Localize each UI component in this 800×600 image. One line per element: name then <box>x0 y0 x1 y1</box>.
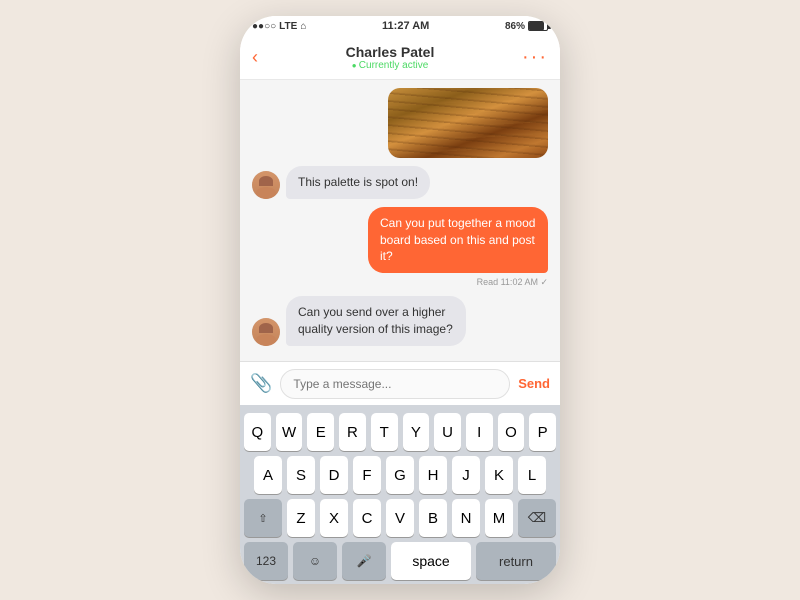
battery-pct: 86% <box>505 21 525 32</box>
keyboard-row-1: Q W E R T Y U I O P <box>244 413 556 451</box>
key-a[interactable]: A <box>254 456 282 494</box>
key-p[interactable]: P <box>529 413 556 451</box>
sent-bubble: Can you put together a mood board based … <box>368 207 548 273</box>
keyboard: Q W E R T Y U I O P A S D F G H J K L ⇧ … <box>240 405 560 584</box>
avatar-2 <box>252 318 280 346</box>
key-g[interactable]: G <box>386 456 414 494</box>
contact-name: Charles Patel <box>346 44 435 60</box>
battery-icon <box>528 21 548 31</box>
emoji-key[interactable]: ☺ <box>293 542 337 580</box>
message-row: This palette is spot on! <box>252 166 548 199</box>
more-button[interactable]: ··· <box>522 46 548 69</box>
received-bubble: This palette is spot on! <box>286 166 430 199</box>
key-z[interactable]: Z <box>287 499 315 537</box>
avatar-face <box>252 171 280 199</box>
key-n[interactable]: N <box>452 499 480 537</box>
attach-icon[interactable]: 📎 <box>250 373 272 394</box>
key-d[interactable]: D <box>320 456 348 494</box>
read-receipt: Read 11:02 AM ✓ <box>252 277 548 288</box>
key-t[interactable]: T <box>371 413 398 451</box>
message-text: Can you put together a mood board based … <box>380 216 535 264</box>
key-i[interactable]: I <box>466 413 493 451</box>
network-type: LTE <box>279 21 297 32</box>
send-button[interactable]: Send <box>518 376 550 391</box>
key-x[interactable]: X <box>320 499 348 537</box>
avatar <box>252 171 280 199</box>
contact-info: Charles Patel Currently active <box>346 44 435 71</box>
image-message-row <box>252 88 548 158</box>
phone-frame: ●●○○ LTE ⌂ 11:27 AM 86% ‹ Charles Patel … <box>240 16 560 584</box>
key-y[interactable]: Y <box>403 413 430 451</box>
key-f[interactable]: F <box>353 456 381 494</box>
status-bar: ●●○○ LTE ⌂ 11:27 AM 86% <box>240 16 560 36</box>
keyboard-row-2: A S D F G H J K L <box>244 456 556 494</box>
space-key[interactable]: space <box>391 542 471 580</box>
key-s[interactable]: S <box>287 456 315 494</box>
key-h[interactable]: H <box>419 456 447 494</box>
keyboard-bottom-row: 123 ☺ 🎤 space return <box>244 542 556 580</box>
contact-status: Currently active <box>346 60 435 71</box>
key-m[interactable]: M <box>485 499 513 537</box>
input-bar: 📎 Send <box>240 361 560 405</box>
key-r[interactable]: R <box>339 413 366 451</box>
keyboard-row-3: ⇧ Z X C V B N M ⌫ <box>244 499 556 537</box>
message-row-2: Can you send over a higher quality versi… <box>252 296 548 346</box>
signal-dots: ●●○○ <box>252 21 276 32</box>
message-text: This palette is spot on! <box>298 175 418 189</box>
nav-bar: ‹ Charles Patel Currently active ··· <box>240 36 560 80</box>
status-signal: ●●○○ LTE ⌂ <box>252 21 306 32</box>
back-button[interactable]: ‹ <box>252 47 258 68</box>
shared-image <box>388 88 548 158</box>
num-key[interactable]: 123 <box>244 542 288 580</box>
delete-key[interactable]: ⌫ <box>518 499 556 537</box>
sent-message-row: Can you put together a mood board based … <box>252 207 548 273</box>
key-v[interactable]: V <box>386 499 414 537</box>
shift-key[interactable]: ⇧ <box>244 499 282 537</box>
key-l[interactable]: L <box>518 456 546 494</box>
status-battery: 86% <box>505 21 548 32</box>
key-j[interactable]: J <box>452 456 480 494</box>
key-w[interactable]: W <box>276 413 303 451</box>
status-time: 11:27 AM <box>382 20 429 32</box>
wifi-icon: ⌂ <box>300 21 306 32</box>
key-k[interactable]: K <box>485 456 513 494</box>
return-key[interactable]: return <box>476 542 556 580</box>
mic-key[interactable]: 🎤 <box>342 542 386 580</box>
received-bubble-2: Can you send over a higher quality versi… <box>286 296 466 346</box>
key-e[interactable]: E <box>307 413 334 451</box>
key-o[interactable]: O <box>498 413 525 451</box>
key-b[interactable]: B <box>419 499 447 537</box>
key-u[interactable]: U <box>434 413 461 451</box>
message-input[interactable] <box>280 369 510 399</box>
key-q[interactable]: Q <box>244 413 271 451</box>
message-text-2: Can you send over a higher quality versi… <box>298 305 453 336</box>
key-c[interactable]: C <box>353 499 381 537</box>
chat-area: This palette is spot on! Can you put tog… <box>240 80 560 361</box>
avatar-face-2 <box>252 318 280 346</box>
wood-texture <box>388 88 548 158</box>
